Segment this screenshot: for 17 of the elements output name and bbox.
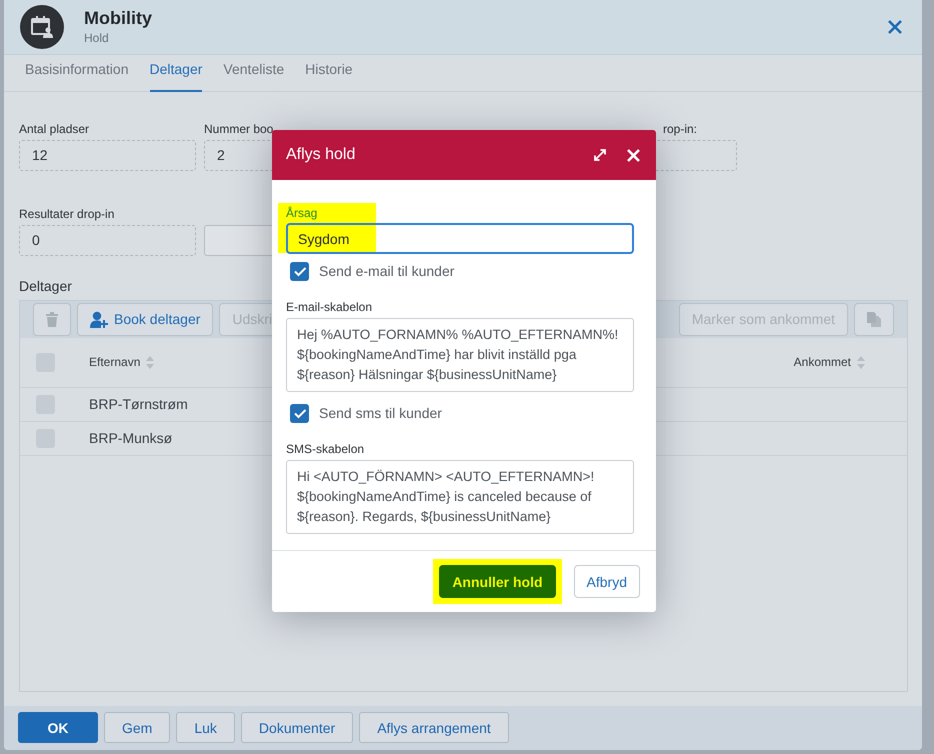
field-label: rop-in: — [663, 122, 698, 136]
dialog-title: Aflys hold — [286, 146, 356, 164]
field-label: Antal pladser — [19, 122, 90, 136]
field-label: Årsag — [286, 206, 318, 220]
section-heading: Deltager — [19, 278, 73, 294]
window-title: Mobility — [84, 8, 153, 30]
checkbox-label: Send sms til kunder — [319, 405, 442, 421]
field-label: E-mail-skabelon — [286, 300, 374, 314]
table-cell: BRP-Tørnstrøm — [89, 396, 188, 412]
field-label: Resultater drop-in — [19, 206, 116, 221]
field-label: Nummer boo — [204, 122, 274, 136]
field-label: SMS-skabelon — [286, 442, 366, 456]
readonly-field: 0 — [19, 224, 196, 256]
readonly-field: 12 — [19, 140, 196, 171]
table-cell: BRP-Munksø — [89, 430, 172, 446]
window-subtitle: Hold — [84, 31, 110, 46]
checkbox-label: Send e-mail til kunder — [319, 263, 454, 279]
